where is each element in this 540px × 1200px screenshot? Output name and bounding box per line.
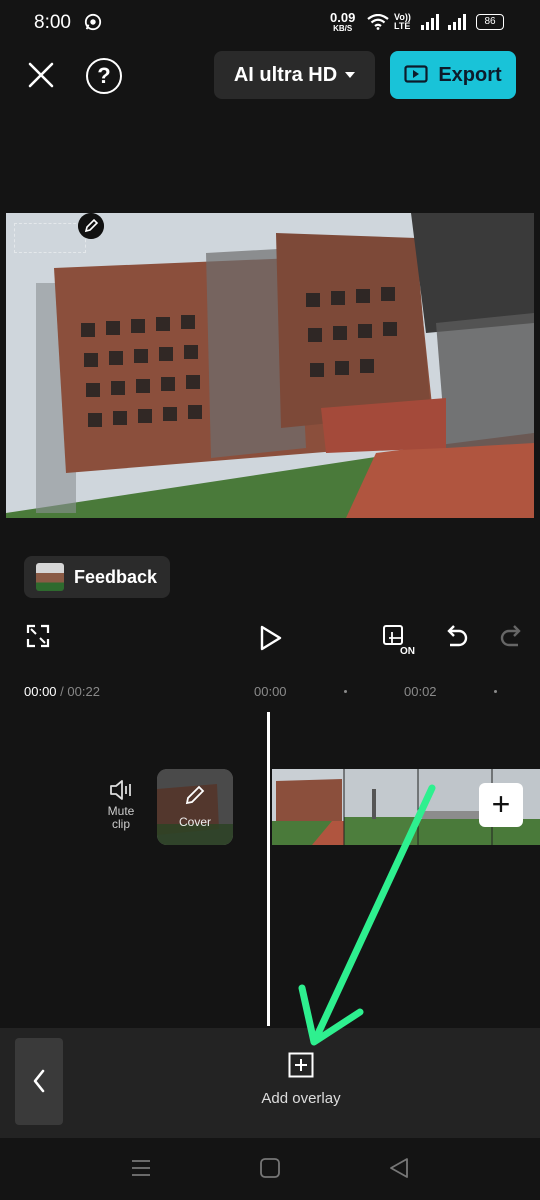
watermark-area	[14, 223, 86, 253]
chevron-down-icon	[345, 72, 356, 78]
feedback-label: Feedback	[74, 566, 158, 587]
battery-indicator: 86	[476, 14, 504, 30]
wifi-icon	[367, 14, 389, 30]
time-separator: /	[56, 684, 68, 699]
chevron-left-icon	[33, 1069, 45, 1093]
quality-dropdown[interactable]: AI ultra HD	[214, 51, 375, 99]
svg-text:ON: ON	[400, 646, 415, 656]
export-button[interactable]: Export	[390, 51, 516, 99]
quality-label: AI ultra HD	[233, 63, 338, 86]
system-navigation-bar	[0, 1138, 540, 1200]
volte-indicator: Vo)) LTE	[394, 13, 411, 31]
status-time: 8:00	[34, 12, 71, 33]
export-label: Export	[438, 63, 502, 86]
ruler-mark: 00:02	[404, 684, 437, 699]
close-icon	[28, 62, 54, 88]
ruler-dot	[494, 690, 497, 693]
status-bar: 8:00 0.09 KB/S Vo)) LTE 86	[0, 0, 540, 48]
home-icon[interactable]	[259, 1157, 281, 1179]
add-clip-button[interactable]: +	[479, 783, 523, 827]
edit-icon[interactable]	[78, 213, 104, 239]
signal-icon	[421, 14, 439, 30]
cover-label: Cover	[178, 815, 211, 829]
play-icon[interactable]	[258, 624, 284, 652]
net-speed-unit: KB/S	[333, 24, 353, 33]
cover-thumbnail	[157, 769, 233, 845]
mute-clip-button[interactable]: Mute clip	[98, 778, 144, 831]
help-button[interactable]: ?	[86, 58, 122, 94]
edit-icon	[185, 785, 205, 805]
annotation-arrow	[298, 784, 436, 1046]
preview-on-icon[interactable]: ON	[382, 624, 416, 656]
mute-label-line2: clip	[111, 817, 130, 831]
undo-icon[interactable]	[444, 624, 470, 650]
timecode: 00:00 / 00:22	[24, 684, 100, 699]
export-icon	[404, 65, 428, 83]
redo-icon[interactable]	[498, 624, 524, 650]
ruler-mark: 00:00	[254, 684, 287, 699]
back-icon[interactable]	[388, 1157, 410, 1179]
video-frame	[6, 213, 534, 518]
close-button[interactable]	[24, 58, 58, 92]
help-icon: ?	[97, 63, 111, 88]
whatsapp-icon	[84, 13, 102, 31]
fullscreen-icon[interactable]	[26, 624, 50, 648]
volte-bottom: LTE	[394, 21, 411, 31]
current-time: 00:00	[24, 684, 57, 699]
ruler-dot	[344, 690, 347, 693]
net-speed-value: 0.09	[330, 10, 356, 25]
total-duration: 00:22	[67, 684, 100, 699]
feedback-button[interactable]: Feedback	[24, 556, 170, 598]
menu-icon[interactable]	[131, 1158, 151, 1178]
network-speed: 0.09 KB/S	[330, 10, 356, 34]
feedback-thumbnail	[36, 563, 64, 591]
speaker-icon	[110, 780, 131, 800]
plus-icon: +	[491, 786, 511, 822]
playhead[interactable]	[267, 712, 270, 1026]
video-preview[interactable]	[6, 213, 534, 518]
signal-icon	[448, 14, 466, 30]
toolbar-back-button[interactable]	[15, 1038, 63, 1125]
add-overlay-label[interactable]: Add overlay	[240, 1090, 362, 1107]
cover-button[interactable]: Cover	[157, 769, 233, 845]
bottom-toolbar	[0, 1028, 540, 1138]
